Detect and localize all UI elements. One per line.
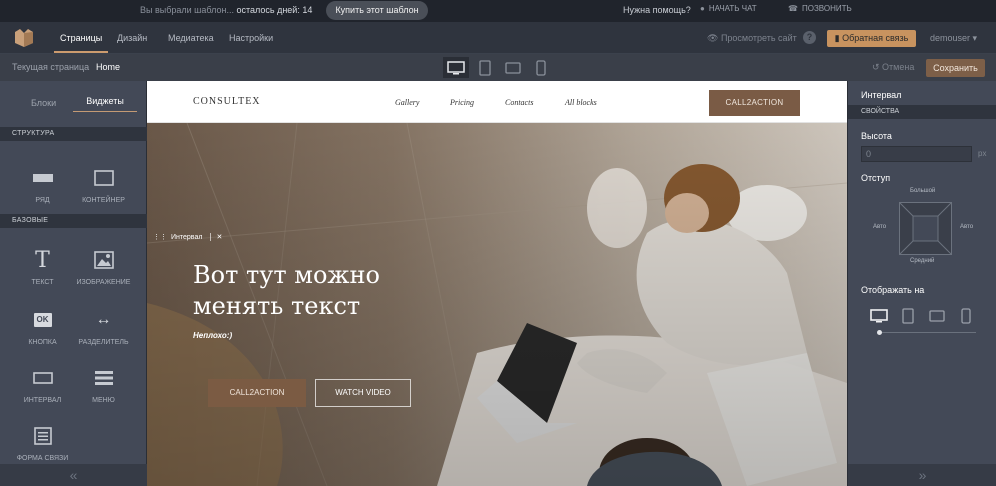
- close-icon[interactable]: ✕: [210, 233, 222, 241]
- menu-settings[interactable]: Настройки: [229, 33, 273, 43]
- desktop-icon: [447, 60, 465, 74]
- menu-media[interactable]: Медиатека: [168, 33, 214, 43]
- height-input[interactable]: 0: [861, 146, 972, 162]
- display-tablet-landscape-toggle[interactable]: [926, 306, 948, 326]
- drag-handle-icon[interactable]: ⋮⋮: [153, 233, 167, 241]
- button-icon: OK: [33, 313, 52, 327]
- nav-all-blocks[interactable]: All blocks: [565, 98, 597, 107]
- feedback-button[interactable]: ▮ Обратная связь: [827, 30, 916, 47]
- help-text: Нужна помощь?: [623, 5, 691, 15]
- display-tablet-toggle[interactable]: [897, 306, 919, 326]
- editor-canvas[interactable]: CONSULTEX Gallery Pricing Contacts All b…: [147, 81, 847, 486]
- collapse-left-panel-icon[interactable]: «: [0, 464, 147, 486]
- display-slider-track[interactable]: [878, 332, 976, 333]
- tab-widgets[interactable]: Виджеты: [73, 95, 137, 112]
- margin-top-value[interactable]: Большой: [910, 188, 935, 194]
- call-link[interactable]: ☎ ПОЗВОНИТЬ: [788, 4, 852, 13]
- interval-selection-tag[interactable]: ⋮⋮ Интервал ✕: [153, 233, 222, 247]
- divider-icon: ↔: [95, 311, 112, 328]
- tablet-landscape-view-button[interactable]: [500, 57, 526, 78]
- trial-notice-bar: Вы выбрали шаблон... осталось дней: 14 К…: [0, 0, 996, 22]
- display-on-label: Отображать на: [861, 285, 925, 295]
- undo-button[interactable]: ↺ Отмена: [872, 62, 914, 73]
- tablet-icon: [479, 59, 491, 76]
- menu-icon: [94, 371, 113, 385]
- page-toolbar: Текущая страница Home ↺ Отмена Сохранить: [0, 54, 996, 81]
- properties-title: Интервал: [861, 90, 902, 100]
- collapse-right-panel-icon[interactable]: »: [848, 464, 996, 486]
- phone-call-icon: ☎: [788, 4, 798, 13]
- properties-section-title: СВОЙСТВА: [848, 105, 996, 119]
- chat-icon: ●: [700, 4, 705, 13]
- help-question-icon[interactable]: ?: [803, 31, 816, 44]
- row-icon: [32, 174, 53, 182]
- panel-tabs: Блоки Виджеты: [0, 81, 147, 127]
- hero-title[interactable]: Вот тут можно менять текст: [193, 260, 463, 322]
- watch-video-button[interactable]: WATCH VIDEO: [315, 379, 411, 407]
- widgets-panel: Блоки Виджеты СТРУКТУРА РЯД КОНТЕЙНЕР БА…: [0, 81, 147, 486]
- interval-icon: [32, 372, 53, 384]
- tablet-view-button[interactable]: [472, 57, 498, 78]
- display-slider-knob[interactable]: [877, 330, 882, 335]
- site-brand: CONSULTEX: [193, 96, 261, 107]
- tab-blocks[interactable]: Блоки: [31, 98, 56, 108]
- nav-contacts[interactable]: Contacts: [505, 98, 533, 107]
- current-page-label: Текущая страница: [12, 62, 90, 72]
- height-unit: px: [978, 149, 987, 158]
- phone-icon: [961, 308, 971, 324]
- nav-pricing[interactable]: Pricing: [450, 98, 474, 107]
- properties-panel: Интервал СВОЙСТВА Высота 0 px Отступ Бол…: [847, 81, 996, 486]
- start-chat-link[interactable]: ● НАЧАТЬ ЧАТ: [700, 4, 757, 13]
- desktop-view-button[interactable]: [443, 57, 469, 78]
- nav-gallery[interactable]: Gallery: [395, 98, 419, 107]
- margin-diagram: [899, 202, 952, 255]
- hero-section[interactable]: ⋮⋮ Интервал ✕ Вот тут можно менять текст Н…: [147, 123, 847, 486]
- image-icon: [93, 251, 114, 269]
- logo-icon: [15, 29, 33, 47]
- section-basic-title: БАЗОВЫЕ: [0, 214, 147, 228]
- section-structure-title: СТРУКТУРА: [0, 127, 147, 141]
- widget-container[interactable]: КОНТЕЙНЕР: [67, 161, 140, 221]
- margin-left-value[interactable]: Авто: [873, 224, 886, 230]
- widget-image[interactable]: ИЗОБРАЖЕНИЕ: [67, 243, 140, 303]
- margin-right-value[interactable]: Авто: [960, 224, 973, 230]
- phone-view-button[interactable]: [528, 57, 554, 78]
- hero-cta-button[interactable]: CALL2ACTION: [208, 379, 306, 407]
- margin-label: Отступ: [861, 173, 891, 183]
- phone-icon: [536, 59, 546, 76]
- buy-template-button[interactable]: Купить этот шаблон: [326, 1, 428, 20]
- save-button[interactable]: Сохранить: [926, 59, 985, 77]
- tablet-icon: [902, 308, 914, 324]
- widget-menu[interactable]: МЕНЮ: [67, 361, 140, 421]
- current-page-select[interactable]: Home: [96, 62, 120, 72]
- height-label: Высота: [861, 131, 892, 141]
- menu-design[interactable]: Дизайн: [117, 33, 147, 43]
- site-header[interactable]: CONSULTEX Gallery Pricing Contacts All b…: [147, 81, 847, 123]
- tablet-landscape-icon: [929, 310, 945, 322]
- hero-subtitle[interactable]: Неплохо:): [193, 331, 232, 340]
- desktop-icon: [870, 309, 888, 323]
- display-desktop-toggle[interactable]: [868, 306, 890, 326]
- trial-notice-text: Вы выбрали шаблон... осталось дней: 14: [140, 5, 313, 15]
- menu-pages[interactable]: Страницы: [53, 33, 109, 53]
- display-phone-toggle[interactable]: [955, 306, 977, 326]
- container-icon: [93, 170, 114, 186]
- user-menu[interactable]: demouser ▾: [930, 33, 977, 44]
- main-menu-bar: Страницы Дизайн Медиатека Настройки 👁︎ П…: [0, 22, 996, 54]
- header-cta-button[interactable]: CALL2ACTION: [709, 90, 800, 116]
- text-icon: T: [35, 247, 50, 273]
- form-icon: [33, 427, 52, 445]
- tablet-landscape-icon: [505, 61, 521, 74]
- margin-bottom-value[interactable]: Средний: [910, 258, 934, 264]
- widget-divider[interactable]: ↔ РАЗДЕЛИТЕЛЬ: [67, 303, 140, 363]
- preview-site-link[interactable]: 👁︎ Просмотреть сайт: [707, 33, 797, 44]
